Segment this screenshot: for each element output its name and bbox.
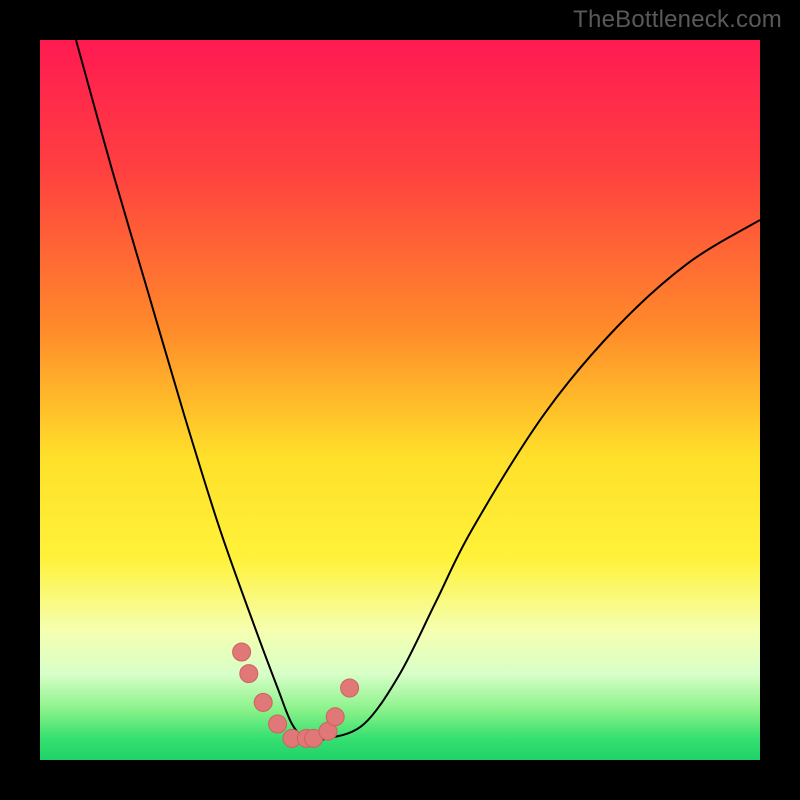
curve-marker (326, 708, 344, 726)
chart-frame: TheBottleneck.com (0, 0, 800, 800)
plot-area (40, 40, 760, 760)
curve-marker (254, 693, 272, 711)
curve-path (76, 40, 760, 740)
curve-marker (233, 643, 251, 661)
marker-group (233, 643, 359, 747)
watermark-text: TheBottleneck.com (573, 6, 782, 34)
curve-marker (341, 679, 359, 697)
curve-marker (240, 665, 258, 683)
curve-marker (269, 715, 287, 733)
bottleneck-curve (40, 40, 760, 760)
